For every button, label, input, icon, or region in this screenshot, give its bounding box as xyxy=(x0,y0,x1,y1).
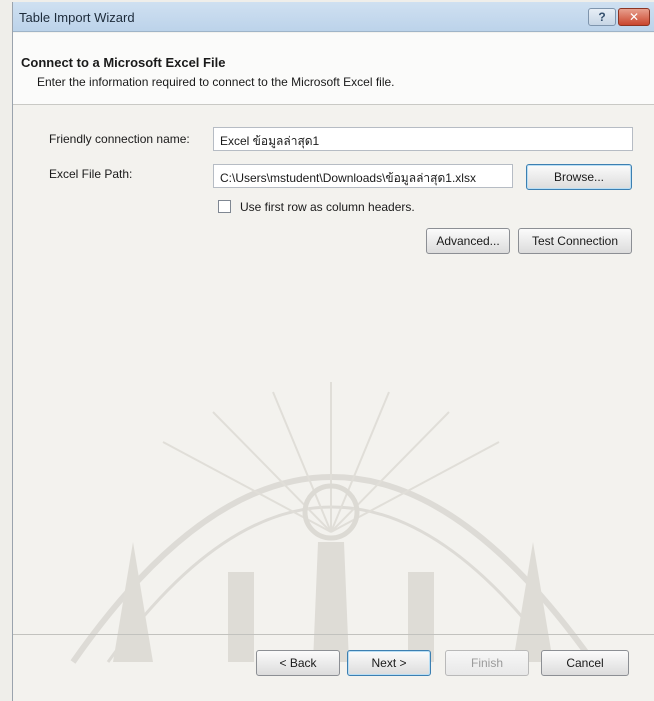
cancel-button[interactable]: Cancel xyxy=(541,650,629,676)
finish-button[interactable]: Finish xyxy=(445,650,529,676)
file-path-label: Excel File Path: xyxy=(49,167,133,181)
first-row-headers-checkbox[interactable] xyxy=(218,200,231,213)
friendly-name-input[interactable]: Excel ข้อมูลล่าสุด1 xyxy=(213,127,633,151)
page-subtitle: Enter the information required to connec… xyxy=(37,75,395,89)
close-icon: ✕ xyxy=(628,10,640,24)
browse-button[interactable]: Browse... xyxy=(526,164,632,190)
page-title: Connect to a Microsoft Excel File xyxy=(21,55,226,70)
advanced-button[interactable]: Advanced... xyxy=(426,228,510,254)
table-import-wizard-window: Table Import Wizard ? ✕ Connect to a Mic… xyxy=(12,2,654,701)
friendly-name-label: Friendly connection name: xyxy=(49,132,190,146)
window-title: Table Import Wizard xyxy=(19,10,135,25)
close-button[interactable]: ✕ xyxy=(618,8,650,26)
first-row-headers-label[interactable]: Use first row as column headers. xyxy=(240,200,415,214)
title-bar[interactable]: Table Import Wizard ? ✕ xyxy=(13,2,654,32)
footer-separator xyxy=(13,634,654,635)
help-icon: ? xyxy=(598,10,606,24)
help-button[interactable]: ? xyxy=(588,8,616,26)
wizard-header: Connect to a Microsoft Excel File Enter … xyxy=(13,33,654,105)
back-button[interactable]: < Back xyxy=(256,650,340,676)
test-connection-button[interactable]: Test Connection xyxy=(518,228,632,254)
university-seal-watermark xyxy=(70,382,596,664)
next-button[interactable]: Next > xyxy=(347,650,431,676)
file-path-input[interactable]: C:\Users\mstudent\Downloads\ข้อมูลล่าสุด… xyxy=(213,164,513,188)
